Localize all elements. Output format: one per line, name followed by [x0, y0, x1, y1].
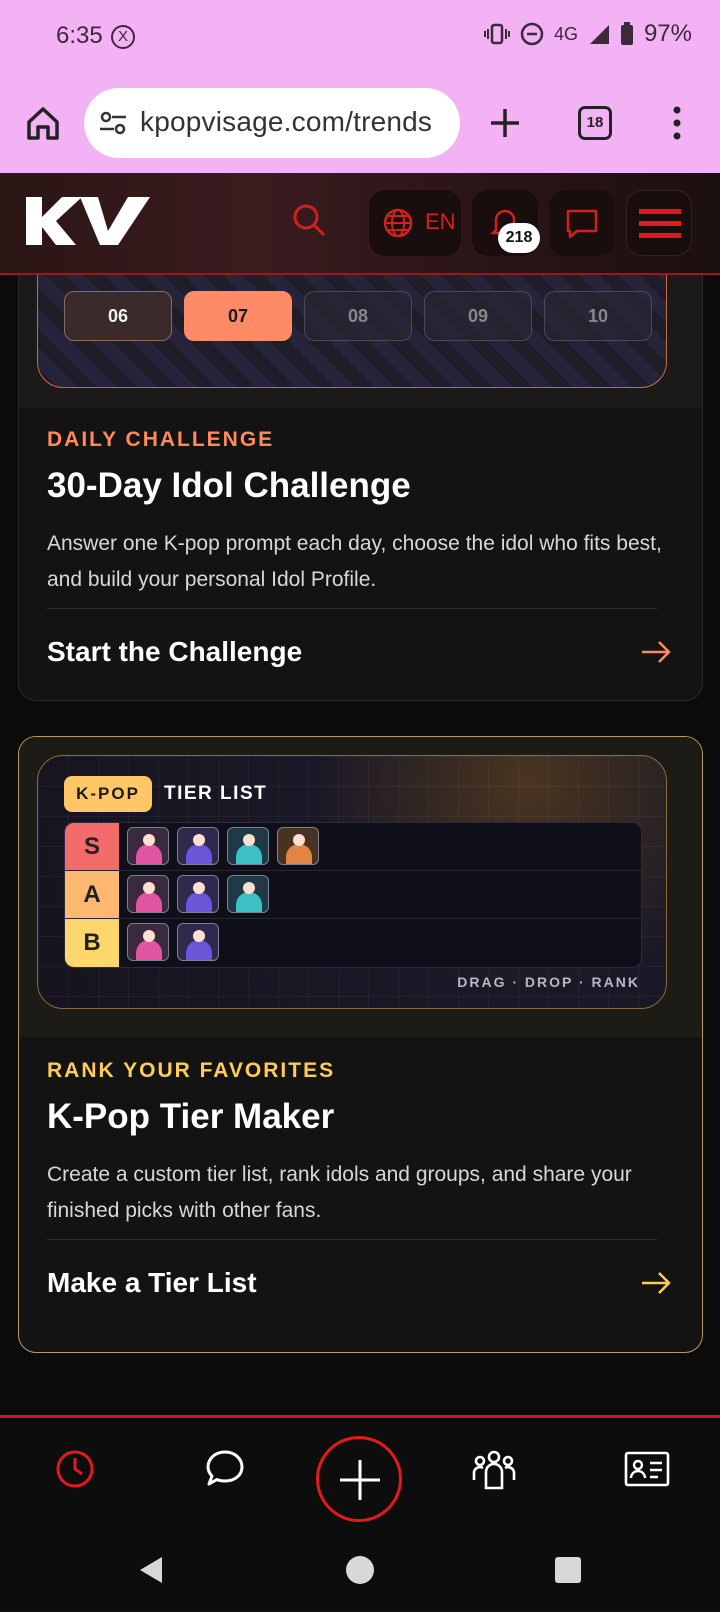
tier-description: Create a custom tier list, rank idols an…	[47, 1163, 632, 1222]
message-icon	[566, 209, 598, 239]
create-button[interactable]	[316, 1436, 402, 1522]
profile-card-icon[interactable]	[624, 1448, 670, 1490]
calendar-day-07[interactable]: 07	[184, 291, 292, 341]
kpop-badge: K-POP	[64, 776, 152, 812]
bottom-nav	[0, 1415, 720, 1533]
site-header: EN 218	[0, 173, 720, 275]
calendar-day-08[interactable]: 08	[304, 291, 412, 341]
globe-icon	[383, 208, 413, 238]
battery-icon	[620, 22, 633, 45]
chat-bubble-icon[interactable]	[204, 1448, 246, 1490]
search-icon[interactable]	[292, 203, 326, 237]
status-bar: 6:35 X 4G 97%	[0, 0, 720, 74]
calendar-day-06[interactable]: 06	[64, 291, 172, 341]
idol-chip[interactable]	[127, 923, 169, 961]
status-icons: 4G 97%	[483, 20, 692, 48]
tier-list-label: TIER LIST	[164, 783, 268, 804]
tier-key-a: A	[65, 871, 119, 918]
tier-tagline: DRAG · DROP · RANK	[457, 974, 640, 990]
divider	[47, 608, 657, 609]
calendar-day-10[interactable]: 10	[544, 291, 652, 341]
tier-row-b: B	[65, 919, 641, 967]
tier-row-a: A	[65, 871, 641, 919]
tier-maker-card[interactable]: K-POP TIER LIST S A B DRAG · DROP · RANK…	[18, 736, 703, 1353]
home-nav-icon[interactable]	[345, 1555, 375, 1585]
make-tier-list-link[interactable]: Make a Tier List	[47, 1267, 257, 1299]
plus-icon	[340, 1460, 380, 1500]
calendar-grid: 06 07 08 09 10	[37, 275, 667, 388]
tier-banner: K-POP TIER LIST S A B DRAG · DROP · RANK	[19, 737, 702, 1037]
challenge-banner: 06 07 08 09 10	[19, 275, 702, 408]
recents-icon[interactable]	[554, 1556, 582, 1584]
network-label: 4G	[553, 23, 578, 44]
idol-chip[interactable]	[177, 827, 219, 865]
page-content: 06 07 08 09 10 DAILY CHALLENGE 30-Day Id…	[0, 275, 720, 1415]
challenge-eyebrow: DAILY CHALLENGE	[47, 428, 275, 451]
browser-chrome: 6:35 X 4G 97% kpopvisage.com/trends 18	[0, 0, 720, 173]
url-text: kpopvisage.com/trends	[140, 106, 433, 137]
idol-chip[interactable]	[277, 827, 319, 865]
challenge-description: Answer one K-pop prompt each day, choose…	[47, 532, 662, 591]
site-settings-icon[interactable]	[98, 109, 128, 137]
calendar-day-09[interactable]: 09	[424, 291, 532, 341]
tier-key-s: S	[65, 823, 119, 870]
tier-key-b: B	[65, 919, 119, 967]
tier-eyebrow: RANK YOUR FAVORITES	[47, 1059, 336, 1082]
arrow-right-icon[interactable]	[640, 640, 672, 664]
idol-chip[interactable]	[177, 875, 219, 913]
hamburger-icon	[639, 209, 681, 238]
arrow-right-icon[interactable]	[640, 1271, 672, 1295]
dnd-icon	[520, 22, 544, 46]
status-time: 6:35	[56, 22, 103, 49]
history-icon[interactable]	[54, 1448, 96, 1490]
idol-chip[interactable]	[127, 827, 169, 865]
tab-switcher-button[interactable]: 18	[578, 106, 612, 140]
community-icon[interactable]	[472, 1448, 516, 1492]
idol-chip[interactable]	[227, 827, 269, 865]
address-bar[interactable]: kpopvisage.com/trends	[84, 88, 460, 158]
tier-row-s: S	[65, 823, 641, 871]
idol-chip[interactable]	[227, 875, 269, 913]
more-menu-icon[interactable]	[654, 100, 700, 146]
kv-logo[interactable]	[26, 193, 150, 249]
messages-button[interactable]	[549, 190, 615, 256]
challenge-title: 30-Day Idol Challenge	[47, 466, 411, 505]
idol-chip[interactable]	[127, 875, 169, 913]
tier-title: K-Pop Tier Maker	[47, 1097, 335, 1136]
notification-count-badge: 218	[498, 223, 540, 253]
start-challenge-link[interactable]: Start the Challenge	[47, 636, 302, 668]
tier-list-preview: K-POP TIER LIST S A B DRAG · DROP · RANK	[37, 755, 667, 1009]
idol-chip[interactable]	[177, 923, 219, 961]
signal-icon	[589, 25, 609, 44]
home-icon[interactable]	[20, 100, 66, 146]
challenge-card[interactable]: 06 07 08 09 10 DAILY CHALLENGE 30-Day Id…	[18, 275, 703, 701]
tier-table: S A B	[64, 822, 642, 968]
menu-button[interactable]	[626, 190, 692, 256]
divider	[47, 1239, 657, 1240]
system-nav-bar	[0, 1533, 720, 1612]
new-tab-icon[interactable]	[482, 100, 528, 146]
language-label: EN	[425, 209, 456, 234]
x-app-icon: X	[111, 25, 135, 49]
battery-percent: 97%	[643, 20, 692, 47]
vibrate-icon	[483, 23, 510, 45]
back-icon[interactable]	[136, 1555, 166, 1585]
